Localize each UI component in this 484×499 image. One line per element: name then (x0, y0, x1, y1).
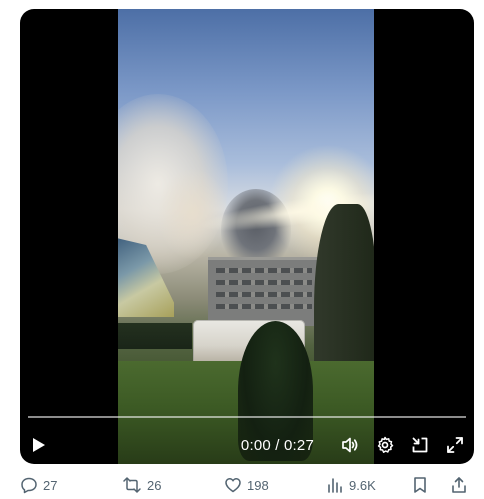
repost-action[interactable]: 26 (122, 476, 224, 494)
tweet-action-bar: 27 26 198 9.6K (20, 474, 474, 496)
like-action[interactable]: 198 (224, 476, 326, 494)
like-count: 198 (247, 477, 269, 493)
dark-fence (118, 323, 192, 349)
bookmark-icon (414, 477, 426, 493)
fullscreen-button[interactable] (444, 434, 466, 456)
repost-count: 26 (147, 477, 162, 493)
exit-fullscreen-icon (412, 437, 428, 453)
settings-button[interactable] (374, 434, 396, 456)
video-frame[interactable] (118, 9, 374, 464)
reply-count: 27 (43, 477, 58, 493)
heart-icon (225, 478, 241, 493)
fullscreen-icon (447, 437, 463, 453)
play-icon (33, 438, 45, 452)
share-action[interactable] (451, 476, 472, 494)
reply-icon (21, 477, 37, 494)
views-action[interactable]: 9.6K (326, 476, 376, 494)
progress-track[interactable] (28, 416, 466, 418)
time-display: 0:00 / 0:27 (240, 436, 314, 454)
action-group-right (412, 476, 474, 494)
share-icon (452, 477, 466, 493)
bookmark-action[interactable] (412, 476, 433, 494)
apartment-building (208, 257, 320, 326)
views-chart-icon (328, 478, 342, 493)
reply-action[interactable]: 27 (20, 476, 122, 494)
volume-icon (342, 437, 358, 453)
exit-button[interactable] (409, 434, 431, 456)
play-button[interactable] (28, 434, 50, 456)
video-player[interactable]: 0:00 / 0:27 (20, 9, 474, 464)
gear-icon (377, 436, 394, 453)
video-controls: 0:00 / 0:27 (28, 433, 466, 457)
view-count: 9.6K (349, 477, 376, 493)
volume-button[interactable] (339, 434, 361, 456)
repost-icon (123, 477, 141, 493)
